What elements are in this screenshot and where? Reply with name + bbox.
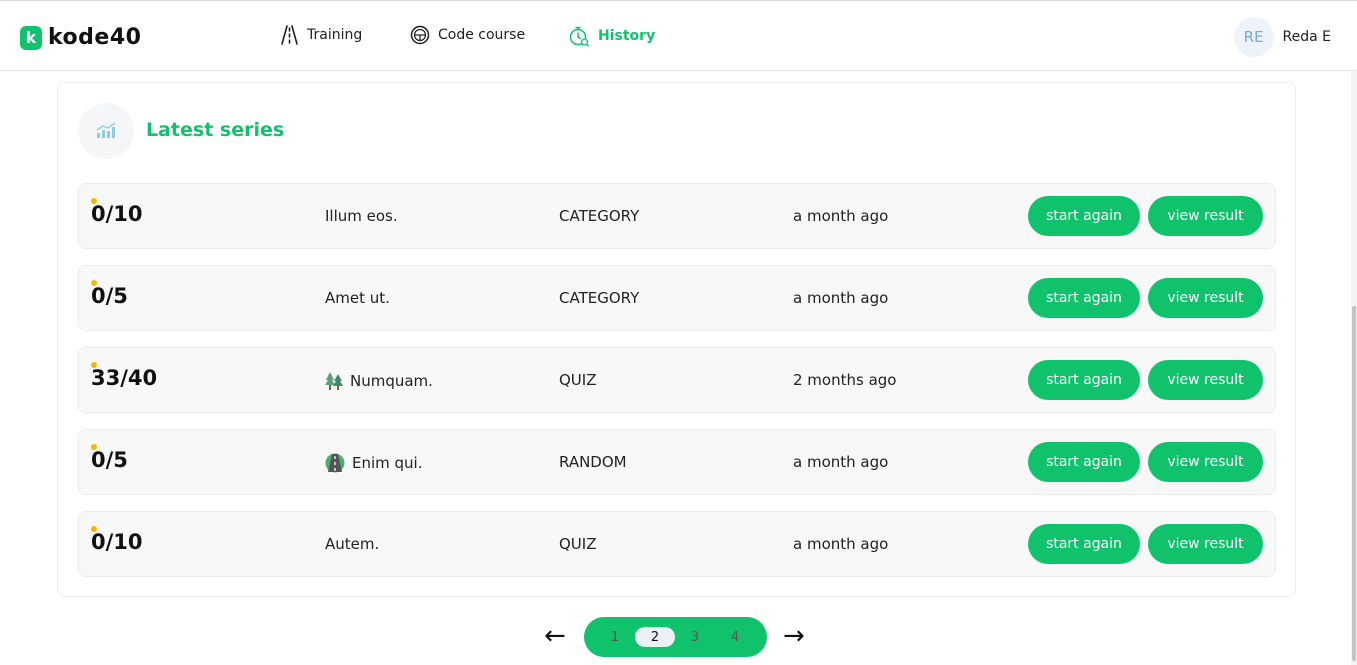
steering-wheel-icon: [410, 25, 430, 45]
series-name: Illum eos.: [325, 207, 398, 225]
series-name: Amet ut.: [325, 289, 390, 307]
series-name: Enim qui.: [325, 453, 423, 473]
series-category: QUIZ: [559, 371, 597, 389]
series-row: 33/40 Numquam. QUIZ 2 months ago start a…: [78, 347, 1276, 413]
series-name-label: Illum eos.: [325, 207, 398, 225]
top-navigation-bar: k kode40 Training Code course History RE…: [0, 0, 1357, 71]
series-row: 0/10 Autem. QUIZ a month ago start again…: [78, 511, 1276, 577]
series-name-label: Amet ut.: [325, 289, 390, 307]
road-lane-icon: [325, 453, 345, 473]
stopwatch-history-icon: [569, 26, 590, 47]
nav-training-label: Training: [307, 27, 363, 43]
series-score: 0/5: [91, 448, 128, 472]
view-result-button[interactable]: view result: [1148, 196, 1263, 236]
series-category: QUIZ: [559, 535, 597, 553]
series-name: Autem.: [325, 535, 379, 553]
series-name-label: Numquam.: [350, 372, 433, 390]
start-again-button[interactable]: start again: [1028, 524, 1140, 564]
series-time: a month ago: [793, 535, 889, 553]
series-score: 0/10: [91, 202, 143, 226]
view-result-button[interactable]: view result: [1148, 360, 1263, 400]
series-category: RANDOM: [559, 453, 627, 471]
nav-code-course[interactable]: Code course: [410, 25, 525, 45]
previous-page-arrow[interactable]: ←: [544, 622, 566, 650]
logo-text: kode40: [48, 25, 142, 50]
logo-badge: k: [20, 25, 42, 50]
start-again-button[interactable]: start again: [1028, 278, 1140, 318]
forest-icon: [325, 372, 343, 390]
start-again-button[interactable]: start again: [1028, 360, 1140, 400]
series-name-label: Enim qui.: [352, 454, 423, 472]
bar-chart-icon: [96, 122, 116, 138]
series-row: 0/5 Amet ut. CATEGORY a month ago start …: [78, 265, 1276, 331]
user-menu[interactable]: RE Reda E: [1233, 17, 1331, 57]
pagination: 1 2 3 4: [584, 617, 767, 657]
series-time: a month ago: [793, 207, 889, 225]
series-name: Numquam.: [325, 371, 433, 391]
view-result-button[interactable]: view result: [1148, 442, 1263, 482]
series-row: 0/10 Illum eos. CATEGORY a month ago sta…: [78, 183, 1276, 249]
series-category: CATEGORY: [559, 289, 640, 307]
page-1-button[interactable]: 1: [595, 627, 635, 647]
series-score: 33/40: [91, 366, 158, 390]
series-row: 0/5 Enim qui. RANDOM a month ago start a…: [78, 429, 1276, 495]
user-name: Reda E: [1282, 29, 1331, 45]
nav-code-course-label: Code course: [438, 27, 526, 43]
vertical-scrollbar[interactable]: [1351, 71, 1357, 665]
series-score: 0/5: [91, 284, 128, 308]
start-again-button[interactable]: start again: [1028, 196, 1140, 236]
view-result-button[interactable]: view result: [1148, 278, 1263, 318]
series-category: CATEGORY: [559, 207, 640, 225]
avatar[interactable]: RE: [1233, 17, 1274, 57]
nav-history[interactable]: History: [569, 25, 655, 47]
scrollbar-thumb[interactable]: [1352, 306, 1356, 661]
latest-series-panel: Latest series 0/10 Illum eos. CATEGORY a…: [57, 82, 1296, 597]
series-time: a month ago: [793, 453, 889, 471]
page-2-button[interactable]: 2: [635, 627, 675, 647]
series-time: 2 months ago: [793, 371, 897, 389]
series-score: 0/10: [91, 530, 143, 554]
nav-training[interactable]: Training: [280, 25, 362, 45]
next-page-arrow[interactable]: →: [783, 622, 805, 650]
panel-title: Latest series: [146, 119, 285, 141]
nav-history-label: History: [598, 28, 656, 44]
road-icon: [281, 25, 298, 45]
view-result-button[interactable]: view result: [1148, 524, 1263, 564]
start-again-button[interactable]: start again: [1028, 442, 1140, 482]
page-4-button[interactable]: 4: [715, 627, 755, 647]
logo[interactable]: k kode40: [20, 25, 141, 50]
series-name-label: Autem.: [325, 535, 380, 553]
panel-icon-badge: [78, 103, 134, 159]
series-time: a month ago: [793, 289, 889, 307]
page-3-button[interactable]: 3: [675, 627, 715, 647]
